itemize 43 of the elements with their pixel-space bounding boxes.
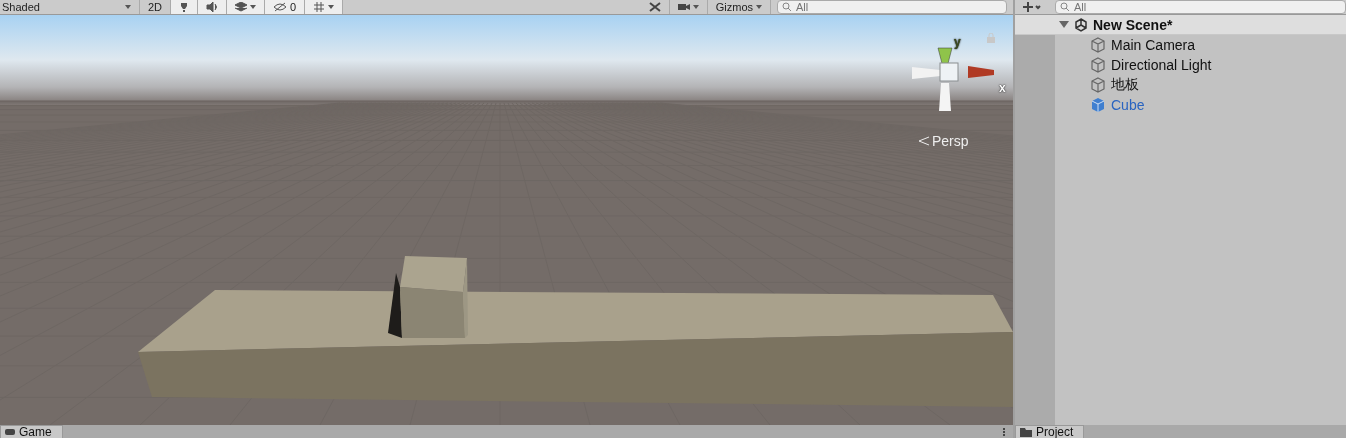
- axis-label: y: [954, 35, 961, 49]
- object-name: Main Camera: [1111, 37, 1196, 53]
- caret-icon: [250, 5, 257, 9]
- caret-icon: [756, 5, 762, 9]
- hidden-objects-toggle[interactable]: 0: [265, 0, 306, 14]
- camera-icon: [677, 2, 690, 12]
- scene-row[interactable]: New Scene*: [1015, 15, 1346, 35]
- grid-icon: [313, 2, 326, 12]
- project-tab[interactable]: Project: [1015, 425, 1085, 438]
- effects-dropdown[interactable]: [227, 0, 266, 14]
- lighting-toggle[interactable]: [171, 0, 199, 14]
- grid-dropdown[interactable]: [305, 0, 344, 14]
- caret-icon: [328, 5, 335, 9]
- hierarchy-item[interactable]: Main Camera: [1015, 35, 1346, 55]
- hierarchy-item[interactable]: Directional Light: [1015, 55, 1346, 75]
- hierarchy-search-field[interactable]: All: [1055, 0, 1346, 14]
- shading-mode-dropdown[interactable]: Shaded: [0, 0, 140, 14]
- bulb-icon: [179, 2, 190, 12]
- hidden-eye-icon: [273, 2, 288, 12]
- expand-arrow-icon[interactable]: [1059, 21, 1069, 28]
- layers-icon: [235, 2, 248, 12]
- axis-label: x: [999, 81, 1006, 95]
- search-icon: [782, 2, 792, 12]
- hierarchy-item[interactable]: 地板: [1015, 75, 1346, 95]
- audio-toggle[interactable]: [198, 0, 228, 14]
- tools-icon: [648, 2, 661, 12]
- scene-search-field[interactable]: All: [777, 0, 1007, 14]
- scene-name: New Scene*: [1093, 16, 1173, 33]
- projection-toggle[interactable]: Persp: [918, 133, 969, 149]
- caret-icon: [692, 5, 699, 9]
- object-name: Directional Light: [1111, 57, 1212, 73]
- object-name: 地板: [1111, 76, 1139, 94]
- search-icon: [1060, 2, 1070, 12]
- caret-icon: [125, 5, 131, 9]
- object-name: Cube: [1111, 97, 1145, 113]
- scene-viewport[interactable]: y x Persp: [0, 15, 1013, 425]
- projection-label: Persp: [932, 133, 969, 149]
- folder-icon: [1020, 427, 1032, 437]
- perspective-icon: [918, 136, 930, 146]
- speaker-icon: [206, 2, 219, 12]
- plus-icon: [1023, 2, 1041, 12]
- game-tab[interactable]: Game: [0, 425, 63, 438]
- unity-logo-icon: [1074, 17, 1088, 32]
